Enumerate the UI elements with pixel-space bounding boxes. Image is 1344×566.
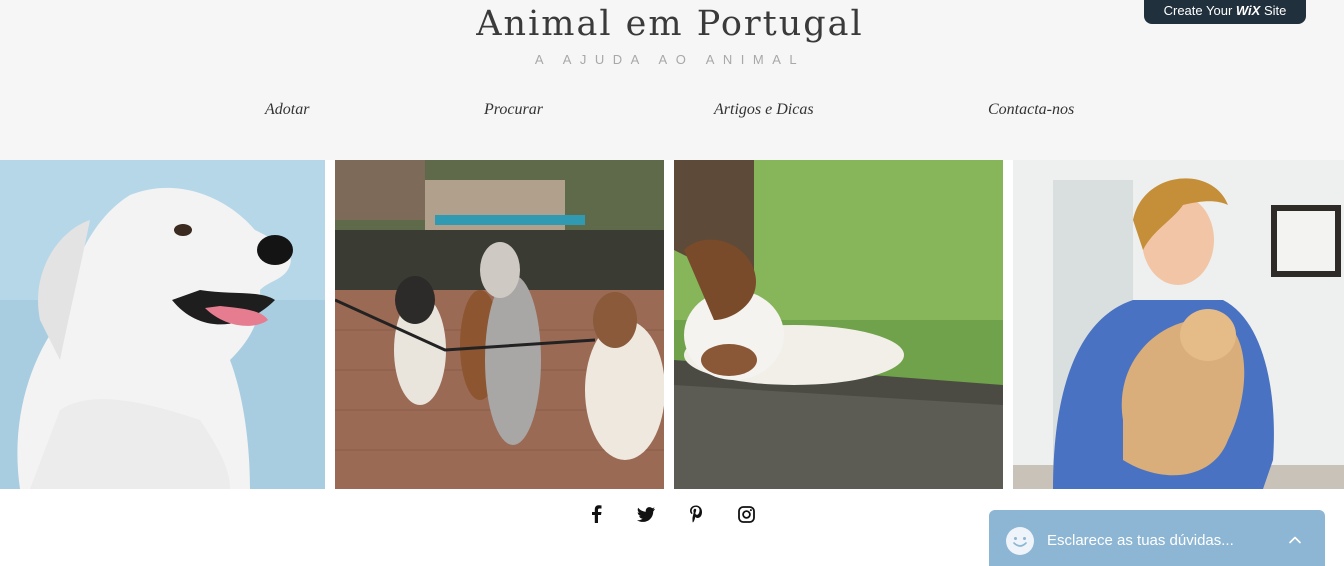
nav-item-adotar[interactable]: Adotar bbox=[265, 101, 309, 119]
vet-with-dog-photo[interactable] bbox=[1013, 160, 1344, 489]
facebook-icon[interactable] bbox=[586, 504, 606, 524]
wix-banner-prefix: Create Your bbox=[1163, 3, 1233, 18]
chevron-up-icon[interactable] bbox=[1287, 532, 1303, 553]
wix-banner-suffix: Site bbox=[1263, 3, 1287, 18]
image-gallery bbox=[0, 160, 1344, 489]
nav-item-contacta-nos[interactable]: Contacta-nos bbox=[988, 101, 1074, 119]
site-header: Animal em Portugal A AJUDA AO ANIMAL Ado… bbox=[0, 0, 1344, 160]
chat-label: Esclarece as tuas dúvidas... bbox=[1047, 532, 1234, 549]
main-nav: Adotar Procurar Artigos e Dicas Contacta… bbox=[0, 101, 1344, 125]
twitter-icon[interactable] bbox=[636, 504, 656, 524]
nav-item-procurar[interactable]: Procurar bbox=[484, 101, 543, 119]
site-tagline: A AJUDA AO ANIMAL bbox=[534, 52, 806, 67]
instagram-icon[interactable] bbox=[736, 504, 756, 524]
site-title[interactable]: Animal em Portugal bbox=[0, 4, 1340, 44]
white-dog-photo[interactable] bbox=[0, 160, 325, 489]
dogs-on-leash-photo[interactable] bbox=[335, 160, 664, 489]
pinterest-icon[interactable] bbox=[686, 504, 706, 524]
chat-widget[interactable]: Esclarece as tuas dúvidas... bbox=[989, 510, 1325, 566]
wix-logo: WiX bbox=[1235, 3, 1261, 18]
create-wix-site-button[interactable]: Create Your WiX Site bbox=[1144, 0, 1306, 24]
smiley-icon bbox=[1005, 526, 1035, 561]
sleeping-dog-photo[interactable] bbox=[674, 160, 1003, 489]
nav-item-artigos-e-dicas[interactable]: Artigos e Dicas bbox=[714, 101, 814, 119]
